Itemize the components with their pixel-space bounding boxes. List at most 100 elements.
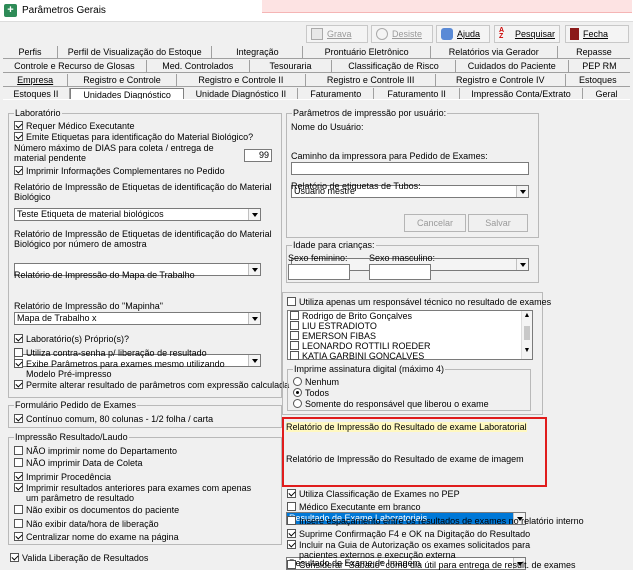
tab-empresa[interactable]: Empresa <box>3 74 69 86</box>
checkbox-box[interactable] <box>290 331 299 340</box>
rel-etiquetas-combo[interactable]: Teste Etiqueta de material biológicos <box>14 208 261 221</box>
centralizar-checkbox[interactable]: Centralizar nome do exame na página <box>14 532 179 542</box>
rel-mapa-combo[interactable]: Mapa de Trabalho x <box>14 312 261 325</box>
requer-medico-checkbox[interactable]: Requer Médico Executante <box>14 121 135 131</box>
checkbox-box <box>14 414 23 423</box>
tab-cuidados-paciente[interactable]: Cuidados do Paciente <box>456 60 569 72</box>
chevron-down-icon[interactable] <box>248 313 260 324</box>
chevron-down-icon[interactable]: ▼ <box>522 346 532 355</box>
tab-estoques[interactable]: Estoques <box>566 74 630 86</box>
scroll-thumb[interactable] <box>524 326 530 340</box>
nao-data-coleta-checkbox[interactable]: NÃO imprimir Data de Coleta <box>14 458 143 468</box>
continuo-checkbox[interactable]: Contínuo comum, 80 colunas - 1/2 folha /… <box>14 414 213 424</box>
desiste-button[interactable]: Desiste <box>371 25 433 43</box>
utiliza-class-checkbox[interactable]: Utiliza Classificação de Exames no PEP <box>287 489 460 499</box>
tab-perfis[interactable]: Perfis <box>3 46 59 58</box>
list-item[interactable]: Rodrigo de Brito Gonçalves <box>288 311 532 321</box>
chevron-down-icon[interactable] <box>248 264 260 275</box>
caminho-input[interactable] <box>291 162 529 175</box>
list-item[interactable]: LIU ESTRADIOTO <box>288 321 532 331</box>
utiliza-apenas-checkbox[interactable]: Utiliza apenas um responsável técnico no… <box>287 297 551 307</box>
fecha-button[interactable]: Fecha <box>565 25 629 43</box>
ajuda-button[interactable]: Ajuda <box>436 25 490 43</box>
checkbox-box[interactable] <box>290 341 299 350</box>
chevron-up-icon[interactable]: ▲ <box>522 311 532 320</box>
imprimir-anteriores-checkbox[interactable]: Imprimir resultados anteriores para exam… <box>14 483 254 503</box>
checkbox-box <box>14 446 23 455</box>
tab-pep-rm[interactable]: PEP RM <box>569 60 630 72</box>
list-item[interactable]: EMERSON FIBAS <box>288 331 532 341</box>
cancelar-button[interactable]: Cancelar <box>404 214 466 232</box>
chevron-down-icon[interactable] <box>248 209 260 220</box>
pesquisar-button[interactable]: AZ Pesquisar <box>494 25 560 43</box>
nao-exibir-docs-checkbox[interactable]: Não exibir os documentos do paciente <box>14 505 179 515</box>
tab-med-controlados[interactable]: Med. Controlados <box>147 60 250 72</box>
tab-faturamento[interactable]: Faturamento <box>298 88 375 99</box>
lab-proprio-checkbox[interactable]: Laboratório(s) Próprio(s)? <box>14 334 129 344</box>
valida-liberacao-checkbox[interactable]: Valida Liberação de Resultados <box>10 553 148 563</box>
salvar-button[interactable]: Salvar <box>468 214 528 232</box>
rel-lab-label: Relatório de Impressão do Resultado de e… <box>286 422 527 432</box>
checkbox-box[interactable] <box>290 351 299 360</box>
list-scrollbar[interactable]: ▲ ▼ <box>521 311 532 359</box>
list-item[interactable]: LEONARDO ROTTILI ROEDER <box>288 341 532 351</box>
tab-impressao-conta[interactable]: Impressão Conta/Extrato <box>460 88 584 99</box>
permite-alterar-checkbox[interactable]: Permite alterar resultado de parâmetros … <box>14 380 289 390</box>
tab-row-3: Empresa Registro e Controle Registro e C… <box>3 74 630 87</box>
num-dias-input[interactable]: 99 <box>244 149 272 162</box>
tab-controle-glosas[interactable]: Controle e Recurso de Glosas <box>3 60 147 72</box>
tab-unidade-diagnostico-2[interactable]: Unidade Diagnóstico II <box>184 88 299 99</box>
window-title: Parâmetros Gerais <box>22 5 106 16</box>
checkbox-box <box>14 458 23 467</box>
sort-az-icon: AZ <box>499 27 505 40</box>
checkbox-box <box>14 359 23 368</box>
assinatura-nenhum-radio[interactable]: Nenhum <box>293 377 339 387</box>
suprime-confirmacao-checkbox[interactable]: Suprime Confirmação F4 e OK na Digitação… <box>287 529 530 539</box>
insere-espacamento-checkbox[interactable]: Insere espaçamento entre os resultados d… <box>287 516 584 526</box>
tab-estoques-2[interactable]: Estoques II <box>3 88 70 99</box>
exibe-parametros-checkbox[interactable]: Exibe Parâmetros para exames mesmo utili… <box>14 359 244 379</box>
tab-tesouraria[interactable]: Tesouraria <box>250 60 333 72</box>
tab-registro-controle-2[interactable]: Registro e Controle II <box>177 74 307 86</box>
tab-relatorios-gerador[interactable]: Relatórios via Gerador <box>431 46 558 58</box>
grava-button[interactable]: Grava <box>306 25 368 43</box>
tab-geral[interactable]: Geral <box>583 88 630 99</box>
sexo-masculino-input[interactable] <box>369 264 431 280</box>
assinatura-somente-radio[interactable]: Somente do responsável que liberou o exa… <box>293 399 489 409</box>
help-icon <box>441 28 453 40</box>
chevron-down-icon[interactable] <box>248 355 260 366</box>
checkbox-box <box>14 505 23 514</box>
medico-branco-checkbox[interactable]: Médico Executante em branco <box>287 502 421 512</box>
nao-nome-dep-checkbox[interactable]: NÃO imprimir nome do Departamento <box>14 446 177 456</box>
checkbox-box[interactable] <box>290 311 299 320</box>
assinatura-todos-radio[interactable]: Todos <box>293 388 329 398</box>
tab-registro-controle-4[interactable]: Registro e Controle IV <box>436 74 566 86</box>
tab-unidades-diagnostico[interactable]: Unidades Diagnóstico <box>69 88 185 99</box>
imprimir-info-checkbox[interactable]: Imprimir Informações Complementares no P… <box>14 166 225 176</box>
list-item[interactable]: KATIA GARBINI GONCALVES <box>288 351 532 361</box>
tab-classificacao-risco[interactable]: Classificação de Risco <box>332 60 456 72</box>
contra-senha-checkbox[interactable]: Utiliza contra-senha p/ liberação de res… <box>14 348 207 358</box>
tab-registro-controle[interactable]: Registro e Controle <box>68 74 177 86</box>
radio-circle <box>293 399 302 408</box>
tab-prontuario[interactable]: Prontuário Eletrônico <box>303 46 431 58</box>
nao-exibir-data-checkbox[interactable]: Não exibir data/hora de liberação <box>14 519 159 529</box>
incluir-guia-checkbox[interactable]: Incluir na Guia de Autorização os exames… <box>287 540 537 560</box>
chevron-down-icon[interactable] <box>516 186 528 197</box>
tab-integracao[interactable]: Integração <box>212 46 304 58</box>
rel-mapa-label: Relatório de Impressão do Mapa de Trabal… <box>14 270 195 280</box>
idade-title: Idade para crianças: <box>292 240 376 251</box>
checkbox-box <box>287 297 296 306</box>
sexo-feminino-label: Sexo feminino: <box>288 253 348 263</box>
emite-etiquetas-checkbox[interactable]: Emite Etiquetas para identificação do Ma… <box>14 132 253 142</box>
tab-registro-controle-3[interactable]: Registro e Controle III <box>306 74 436 86</box>
tab-perfil-visualizacao[interactable]: Perfil de Visualização do Estoque <box>58 46 213 58</box>
responsavel-list[interactable]: Rodrigo de Brito Gonçalves LIU ESTRADIOT… <box>287 310 533 361</box>
checkbox-box <box>14 532 23 541</box>
exit-door-icon <box>570 28 579 40</box>
imprimir-proc-checkbox[interactable]: Imprimir Procedência <box>14 472 111 482</box>
tab-repasse[interactable]: Repasse <box>558 46 630 58</box>
sexo-feminino-input[interactable] <box>288 264 350 280</box>
checkbox-box[interactable] <box>290 321 299 330</box>
tab-faturamento-2[interactable]: Faturamento II <box>374 88 460 99</box>
